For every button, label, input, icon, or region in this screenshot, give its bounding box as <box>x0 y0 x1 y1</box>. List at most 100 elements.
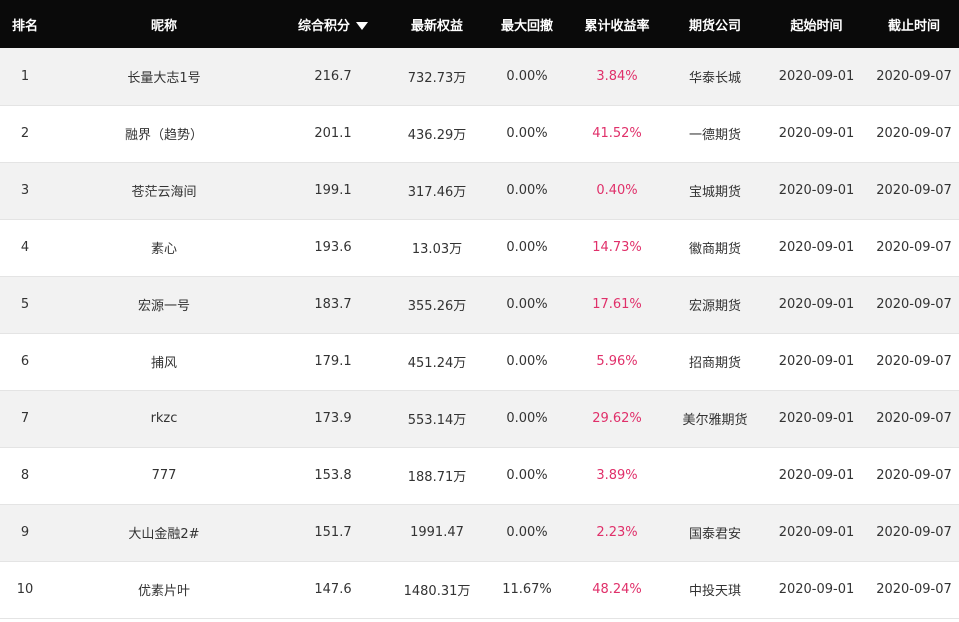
header-row: 排名 昵称 综合积分 最新权益 最大回撤 累计收益率 期货公司 起始时间 截止时… <box>0 0 959 48</box>
cell-return: 41.52% <box>592 126 642 141</box>
table-row[interactable]: 3 苍茫云海间 199.1 317.46万 0.00% 0.40% 宝城期货 2020-09-… <box>0 162 959 219</box>
cell-drawdown: 11.67% <box>502 582 552 597</box>
cell-end: 2020-09-07 <box>876 297 952 312</box>
cell-score: 201.1 <box>314 126 352 141</box>
header-end[interactable]: 截止时间 <box>869 0 959 48</box>
cell-start: 2020-09-01 <box>778 468 855 483</box>
cell-score: 151.7 <box>314 525 352 540</box>
cell-start: 2020-09-01 <box>778 297 855 312</box>
header-equity[interactable]: 最新权益 <box>388 0 486 48</box>
cell-return: 48.24% <box>592 582 642 597</box>
cell-start: 2020-09-01 <box>778 411 855 426</box>
cell-company <box>666 447 764 504</box>
cell-end: 2020-09-07 <box>876 582 952 597</box>
cell-return: 2.23% <box>596 525 638 540</box>
cell-start: 2020-09-01 <box>778 525 855 540</box>
table-row[interactable]: 6 捕风 179.1 451.24万 0.00% 5.96% 招商期货 2020-09-01 2… <box>0 333 959 390</box>
cell-rank: 4 <box>20 240 30 255</box>
cell-drawdown: 0.00% <box>506 354 548 369</box>
cell-company: 一德期货 <box>688 128 741 143</box>
cell-score: 216.7 <box>314 68 352 84</box>
cell-drawdown: 0.00% <box>506 525 548 540</box>
table-row[interactable]: 8 777 153.8 188.71万 0.00% 3.89% 2020-09-01 2020… <box>0 447 959 504</box>
cell-score: 193.6 <box>314 240 352 255</box>
cell-drawdown: 0.00% <box>506 297 548 312</box>
cell-nickname: 融界（趋势） <box>124 128 203 143</box>
header-company[interactable]: 期货公司 <box>666 0 764 48</box>
cell-rank: 8 <box>20 468 30 483</box>
cell-company: 招商期货 <box>688 356 741 371</box>
table-row[interactable]: 4 素心 193.6 13.03万 0.00% 14.73% 徽商期货 2020-09-01 2… <box>0 219 959 276</box>
cell-nickname: 大山金融2# <box>128 527 200 542</box>
cell-rank: 6 <box>20 354 30 369</box>
cell-company: 徽商期货 <box>688 242 741 257</box>
cell-score: 199.1 <box>314 183 352 198</box>
cell-equity: 188.71万 <box>407 470 467 485</box>
header-rank[interactable]: 排名 <box>0 0 50 48</box>
cell-return: 0.40% <box>596 183 638 198</box>
cell-start: 2020-09-01 <box>778 240 855 255</box>
cell-start: 2020-09-01 <box>778 183 855 198</box>
cell-drawdown: 0.00% <box>506 411 548 426</box>
cell-nickname: 777 <box>151 468 177 483</box>
cell-score: 173.9 <box>314 411 352 426</box>
cell-equity: 1991.47 <box>410 525 464 540</box>
cell-nickname: rkzc <box>150 411 178 426</box>
cell-equity: 317.46万 <box>407 185 467 200</box>
header-score[interactable]: 综合积分 <box>278 0 388 48</box>
cell-company: 美尔雅期货 <box>682 413 748 428</box>
cell-equity: 355.26万 <box>407 299 467 314</box>
table-row[interactable]: 2 融界（趋势） 201.1 436.29万 0.00% 41.52% 一德期货 2020-0… <box>0 105 959 162</box>
cell-company: 华泰长城 <box>688 70 741 86</box>
header-drawdown[interactable]: 最大回撤 <box>486 0 568 48</box>
cell-return: 17.61% <box>592 297 642 312</box>
cell-end: 2020-09-07 <box>876 468 952 483</box>
cell-return: 29.62% <box>592 411 642 426</box>
cell-equity: 13.03万 <box>411 242 463 257</box>
header-score-label: 综合积分 <box>297 18 350 34</box>
cell-start: 2020-09-01 <box>778 68 855 84</box>
cell-drawdown: 0.00% <box>506 126 548 141</box>
cell-company: 宏源期货 <box>688 299 741 314</box>
cell-drawdown: 0.00% <box>506 468 548 483</box>
cell-equity: 451.24万 <box>407 356 467 371</box>
table-row[interactable]: 9 大山金融2# 151.7 1991.47 0.00% 2.23% 国泰君安 2020-09… <box>0 504 959 561</box>
table-row[interactable]: 7 rkzc 173.9 553.14万 0.00% 29.62% 美尔雅期货 2020-09… <box>0 390 959 447</box>
cell-nickname: 捕风 <box>150 356 177 371</box>
cell-equity: 553.14万 <box>407 413 467 428</box>
cell-equity: 1480.31万 <box>403 584 471 599</box>
cell-rank: 5 <box>20 297 30 312</box>
cell-start: 2020-09-01 <box>778 354 855 369</box>
cell-nickname: 长量大志1号 <box>127 70 201 86</box>
sort-desc-icon[interactable] <box>356 22 368 30</box>
cell-rank: 9 <box>20 525 30 540</box>
table-header: 排名 昵称 综合积分 最新权益 最大回撤 累计收益率 期货公司 起始时间 截止时… <box>0 0 959 48</box>
cell-return: 5.96% <box>596 354 638 369</box>
cell-rank: 7 <box>20 411 30 426</box>
cell-score: 179.1 <box>314 354 352 369</box>
cell-return: 14.73% <box>592 240 642 255</box>
cell-drawdown: 0.00% <box>506 183 548 198</box>
cell-rank: 3 <box>20 183 30 198</box>
cell-end: 2020-09-07 <box>876 126 952 141</box>
table-row[interactable]: 1 长量大志1号 216.7 732.73万 0.00% 3.84% 华泰长城 2020-09… <box>0 48 959 105</box>
cell-company: 中投天琪 <box>688 584 741 599</box>
cell-drawdown: 0.00% <box>506 68 548 84</box>
table-body: 1 长量大志1号 216.7 732.73万 0.00% 3.84% 华泰长城 2020-09… <box>0 48 959 618</box>
cell-company: 国泰君安 <box>688 527 741 542</box>
cell-nickname: 素心 <box>150 242 177 257</box>
cell-nickname: 宏源一号 <box>137 299 190 314</box>
cell-start: 2020-09-01 <box>778 582 855 597</box>
header-return[interactable]: 累计收益率 <box>568 0 666 48</box>
cell-equity: 732.73万 <box>407 70 467 86</box>
table-row[interactable]: 5 宏源一号 183.7 355.26万 0.00% 17.61% 宏源期货 2020-09-… <box>0 276 959 333</box>
header-start[interactable]: 起始时间 <box>764 0 869 48</box>
cell-rank: 2 <box>20 126 30 141</box>
cell-drawdown: 0.00% <box>506 240 548 255</box>
cell-end: 2020-09-07 <box>876 525 952 540</box>
cell-start: 2020-09-01 <box>778 126 855 141</box>
header-nickname[interactable]: 昵称 <box>50 0 278 48</box>
table-row[interactable]: 10 优素片叶 147.6 1480.31万 11.67% 48.24% 中投天琪 2020-… <box>0 561 959 618</box>
cell-nickname: 苍茫云海间 <box>131 185 197 200</box>
cell-company: 宝城期货 <box>688 185 741 200</box>
